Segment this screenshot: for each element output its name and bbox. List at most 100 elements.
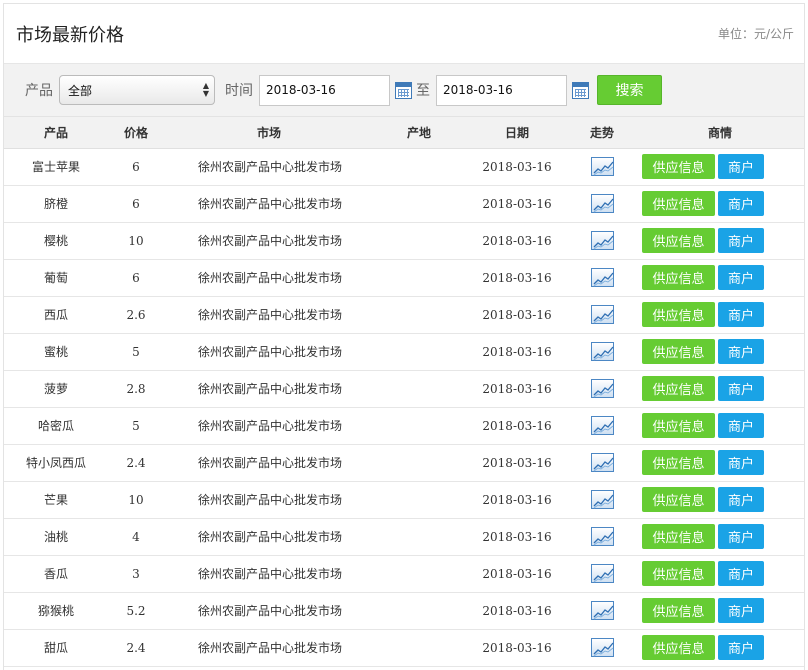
product-cell: 富士苹果 [4, 148, 108, 186]
column-header: 走势 [570, 117, 634, 149]
market-cell: 徐州农副产品中心批发市场 [164, 148, 374, 186]
product-cell: 西瓜 [4, 296, 108, 334]
trend-chart-icon[interactable] [590, 601, 614, 620]
price-cell: 6 [108, 185, 164, 223]
product-cell: 蜜桃 [4, 333, 108, 371]
table-row: 芒果 10 徐州农副产品中心批发市场 2018-03-16 供应信息 商户 [4, 481, 804, 519]
product-cell: 哈密瓜 [4, 407, 108, 445]
merchant-button[interactable]: 商户 [718, 598, 764, 623]
market-cell: 徐州农副产品中心批发市场 [164, 333, 374, 371]
merchant-button[interactable]: 商户 [718, 450, 764, 475]
supply-info-button[interactable]: 供应信息 [642, 524, 715, 549]
calendar-icon[interactable] [395, 81, 412, 99]
supply-info-button[interactable]: 供应信息 [642, 598, 715, 623]
merchant-button[interactable]: 商户 [718, 154, 764, 179]
origin-cell [374, 518, 464, 556]
date-to-input[interactable]: 2018-03-16 [436, 74, 567, 106]
actions-cell: 供应信息 商户 [634, 296, 804, 334]
supply-info-button[interactable]: 供应信息 [642, 228, 715, 253]
merchant-button[interactable]: 商户 [718, 524, 764, 549]
trend-cell [570, 296, 634, 334]
product-select[interactable]: 全部 ▲ ▼ [59, 75, 215, 105]
trend-chart-icon[interactable] [590, 416, 614, 435]
date-cell: 2018-03-16 [464, 555, 570, 593]
trend-chart-icon[interactable] [590, 379, 614, 398]
trend-chart-icon[interactable] [590, 564, 614, 583]
trend-cell [570, 148, 634, 186]
date-cell: 2018-03-16 [464, 629, 570, 667]
supply-info-button[interactable]: 供应信息 [642, 413, 715, 438]
table-row: 特小凤西瓜 2.4 徐州农副产品中心批发市场 2018-03-16 供应信息 商户 [4, 444, 804, 482]
trend-chart-icon[interactable] [590, 490, 614, 509]
supply-info-button[interactable]: 供应信息 [642, 450, 715, 475]
product-cell: 脐橙 [4, 185, 108, 223]
supply-info-button[interactable]: 供应信息 [642, 302, 715, 327]
supply-info-button[interactable]: 供应信息 [642, 339, 715, 364]
product-select-value: 全部 [68, 83, 93, 98]
market-cell: 徐州农副产品中心批发市场 [164, 296, 374, 334]
merchant-button[interactable]: 商户 [718, 339, 764, 364]
market-cell: 徐州农副产品中心批发市场 [164, 481, 374, 519]
column-header: 产品 [4, 117, 108, 149]
market-cell: 徐州农副产品中心批发市场 [164, 444, 374, 482]
supply-info-button[interactable]: 供应信息 [642, 154, 715, 179]
trend-chart-icon[interactable] [590, 194, 614, 213]
table-row: 甜瓜 2.4 徐州农副产品中心批发市场 2018-03-16 供应信息 商户 [4, 629, 804, 667]
search-button[interactable]: 搜索 [597, 75, 662, 105]
supply-info-button[interactable]: 供应信息 [642, 635, 715, 660]
price-cell: 5.2 [108, 592, 164, 630]
column-header: 价格 [108, 117, 164, 149]
to-label: 至 [416, 83, 430, 99]
merchant-button[interactable]: 商户 [718, 191, 764, 216]
merchant-button[interactable]: 商户 [718, 487, 764, 512]
origin-cell [374, 592, 464, 630]
price-cell: 10 [108, 481, 164, 519]
select-arrows-icon: ▲ ▼ [202, 81, 209, 98]
panel-header: 市场最新价格 单位：元/公斤 [4, 4, 804, 64]
price-cell: 5 [108, 333, 164, 371]
trend-chart-icon[interactable] [590, 231, 614, 250]
origin-cell [374, 222, 464, 260]
supply-info-button[interactable]: 供应信息 [642, 376, 715, 401]
product-cell: 特小凤西瓜 [4, 444, 108, 482]
table-row: 脐橙 6 徐州农副产品中心批发市场 2018-03-16 供应信息 商户 [4, 185, 804, 223]
supply-info-button[interactable]: 供应信息 [642, 561, 715, 586]
merchant-button[interactable]: 商户 [718, 228, 764, 253]
date-cell: 2018-03-16 [464, 444, 570, 482]
actions-cell: 供应信息 商户 [634, 222, 804, 260]
table-row: 油桃 4 徐州农副产品中心批发市场 2018-03-16 供应信息 商户 [4, 518, 804, 556]
supply-info-button[interactable]: 供应信息 [642, 487, 715, 512]
trend-chart-icon[interactable] [590, 157, 614, 176]
supply-info-button[interactable]: 供应信息 [642, 265, 715, 290]
trend-cell [570, 222, 634, 260]
price-cell: 2.8 [108, 370, 164, 408]
date-cell: 2018-03-16 [464, 185, 570, 223]
merchant-button[interactable]: 商户 [718, 376, 764, 401]
trend-chart-icon[interactable] [590, 342, 614, 361]
market-cell: 徐州农副产品中心批发市场 [164, 629, 374, 667]
origin-cell [374, 333, 464, 371]
date-cell: 2018-03-16 [464, 296, 570, 334]
calendar-icon[interactable] [572, 81, 589, 99]
product-cell: 菠萝 [4, 370, 108, 408]
trend-chart-icon[interactable] [590, 453, 614, 472]
market-cell: 徐州农副产品中心批发市场 [164, 259, 374, 297]
market-cell: 徐州农副产品中心批发市场 [164, 407, 374, 445]
supply-info-button[interactable]: 供应信息 [642, 191, 715, 216]
trend-chart-icon[interactable] [590, 638, 614, 657]
merchant-button[interactable]: 商户 [718, 635, 764, 660]
trend-chart-icon[interactable] [590, 305, 614, 324]
table-row: 哈密瓜 5 徐州农副产品中心批发市场 2018-03-16 供应信息 商户 [4, 407, 804, 445]
merchant-button[interactable]: 商户 [718, 265, 764, 290]
price-cell: 2.6 [108, 296, 164, 334]
merchant-button[interactable]: 商户 [718, 413, 764, 438]
trend-chart-icon[interactable] [590, 268, 614, 287]
origin-cell [374, 259, 464, 297]
date-from-input[interactable]: 2018-03-16 [259, 74, 390, 106]
merchant-button[interactable]: 商户 [718, 302, 764, 327]
merchant-button[interactable]: 商户 [718, 561, 764, 586]
date-cell: 2018-03-16 [464, 481, 570, 519]
trend-chart-icon[interactable] [590, 527, 614, 546]
market-cell: 徐州农副产品中心批发市场 [164, 185, 374, 223]
price-cell: 6 [108, 148, 164, 186]
